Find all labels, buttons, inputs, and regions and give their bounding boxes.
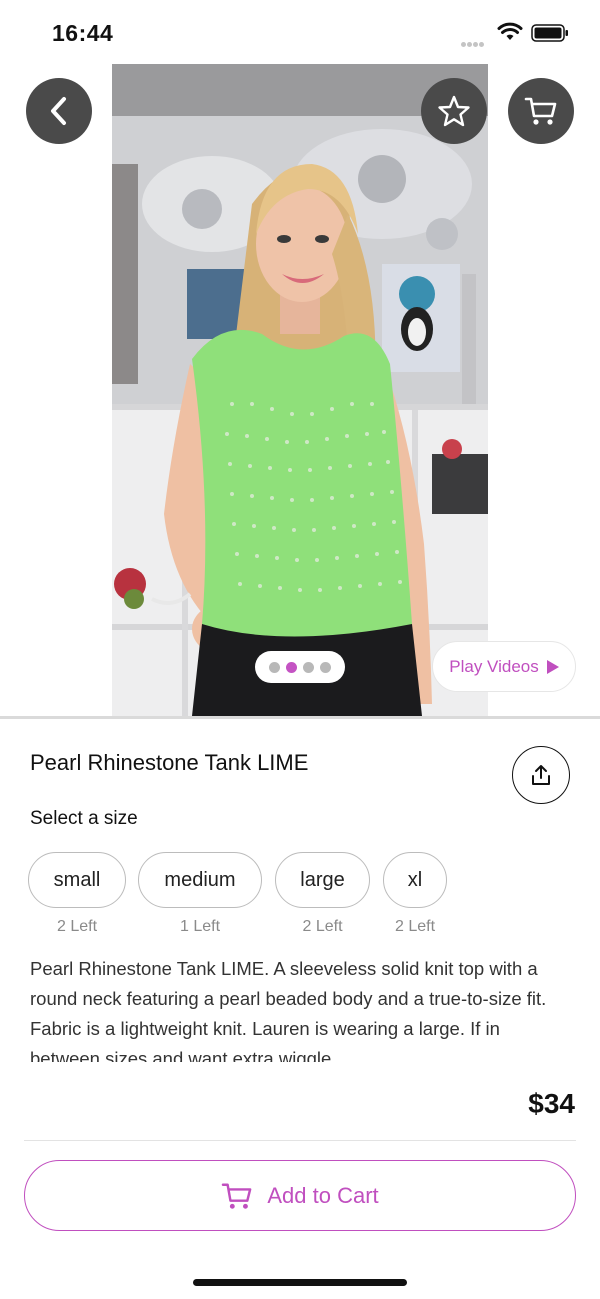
signal-dots-icon [461,34,489,47]
cart-icon [222,1183,252,1209]
pager-dot-active[interactable] [286,661,297,673]
product-photo [112,64,488,716]
pager-dot[interactable] [320,661,331,673]
size-option-medium[interactable]: medium [138,852,262,908]
add-to-cart-button[interactable]: Add to Cart [24,1160,576,1231]
size-stock-xl: 2 Left [394,918,436,935]
wifi-icon [497,22,523,40]
star-icon [438,95,470,127]
play-icon [546,659,559,674]
play-videos-button[interactable]: Play Videos [432,641,576,692]
divider [24,1140,576,1141]
divider [0,716,600,719]
product-title: Pearl Rhinestone Tank LIME [30,750,309,775]
share-icon [532,765,550,785]
favorite-button[interactable] [421,78,487,144]
chevron-left-icon [51,97,66,125]
home-indicator[interactable] [193,1279,407,1286]
pager-dot[interactable] [303,661,314,673]
select-size-label: Select a size [30,808,138,829]
image-pager[interactable] [255,651,345,683]
back-button[interactable] [26,78,92,144]
status-time: 16:44 [52,20,114,46]
description-container: Pearl Rhinestone Tank LIME. A sleeveless… [30,954,570,1062]
pager-dot[interactable] [269,661,280,673]
size-stock-medium: 1 Left [179,918,221,935]
size-option-small[interactable]: small [28,852,126,908]
add-to-cart-label: Add to Cart [267,1182,379,1208]
size-stock-small: 2 Left [56,918,98,935]
cart-button[interactable] [508,78,574,144]
product-image[interactable] [112,64,488,716]
product-description: Pearl Rhinestone Tank LIME. A sleeveless… [30,958,547,1062]
share-button[interactable] [512,746,570,804]
status-bar: 16:44 [0,0,600,64]
size-option-large[interactable]: large [275,852,370,908]
play-videos-label: Play Videos [449,656,539,676]
cart-icon [524,97,557,125]
battery-icon [531,24,568,42]
product-price: $34 [528,1088,575,1119]
size-stock-large: 2 Left [302,918,343,935]
size-option-xl[interactable]: xl [383,852,447,908]
